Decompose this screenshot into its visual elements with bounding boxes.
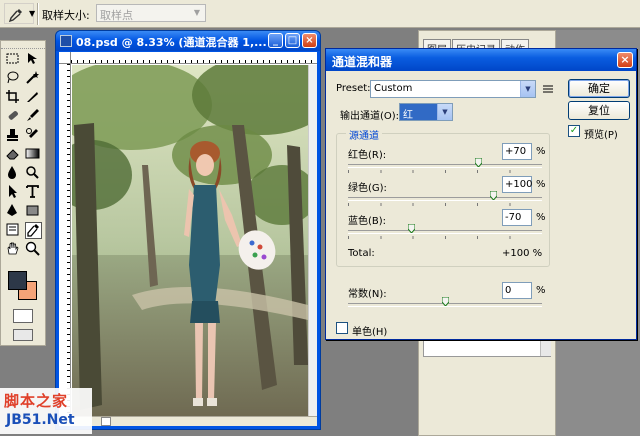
document-canvas-area xyxy=(59,52,317,426)
gradient-tool-icon[interactable] xyxy=(25,146,42,163)
eyedropper-tool-icon[interactable] xyxy=(25,222,42,239)
channel-mixer-dialog: 通道混和器 × Preset: Custom ▼ 输出通道(O): 红 ▼ 确定… xyxy=(325,48,637,340)
preview-checkbox[interactable]: ✓ xyxy=(568,125,580,137)
chevron-down-icon: ▼ xyxy=(520,81,535,97)
blue-slider-ticks xyxy=(348,236,542,239)
sample-size-value: 取样点 xyxy=(100,9,133,22)
marquee-tool-icon[interactable] xyxy=(5,51,22,68)
brush-tool-icon[interactable] xyxy=(25,108,42,125)
chevron-down-icon: ▼ xyxy=(193,8,201,17)
eyedropper-tool-preset-button[interactable]: ▼ xyxy=(4,3,36,24)
move-tool-icon[interactable] xyxy=(25,51,42,68)
zoom-tool-icon[interactable] xyxy=(25,241,42,258)
screen-mode-icon[interactable] xyxy=(13,329,33,341)
quick-mask-mode-icon[interactable] xyxy=(13,309,33,323)
watermark-line-1: 脚本之家 xyxy=(4,392,69,410)
toolbox-grip[interactable] xyxy=(1,41,45,49)
pen-tool-icon[interactable] xyxy=(5,203,22,220)
blue-slider-track[interactable] xyxy=(348,230,542,234)
document-status-bar xyxy=(59,416,317,426)
document-title: 08.psd @ 8.33% (通道混合器 1,... xyxy=(76,36,267,49)
ruler-origin[interactable] xyxy=(59,52,71,64)
blue-channel-unit: % xyxy=(536,212,546,223)
maximize-button[interactable]: □ xyxy=(285,33,300,48)
total-label: Total: xyxy=(348,248,375,259)
chevron-down-icon: ▼ xyxy=(437,104,452,120)
document-window: 08.psd @ 8.33% (通道混合器 1,... _ □ × xyxy=(55,30,321,430)
notes-tool-icon[interactable] xyxy=(5,222,22,239)
foreground-color-swatch[interactable] xyxy=(8,271,27,290)
close-button[interactable]: × xyxy=(302,33,317,48)
options-bar: ▼ 取样大小: 取样点 ▼ xyxy=(0,0,640,28)
watermark-line-2: JB51.Net xyxy=(6,412,75,428)
green-slider-track[interactable] xyxy=(348,197,542,201)
chevron-down-icon: ▼ xyxy=(29,9,36,18)
eyedropper-icon xyxy=(8,9,22,23)
minimize-button[interactable]: _ xyxy=(268,33,283,48)
blue-slider-thumb[interactable] xyxy=(407,224,415,233)
output-channel-value: 红 xyxy=(403,110,413,121)
blur-tool-icon[interactable] xyxy=(5,165,22,182)
green-slider-thumb[interactable] xyxy=(490,191,497,200)
eraser-tool-icon[interactable] xyxy=(5,146,22,163)
source-channels-legend: 源通道 xyxy=(346,127,382,142)
constant-unit: % xyxy=(536,285,546,296)
dialog-title: 通道混和器 xyxy=(326,49,636,71)
monochrome-checkbox[interactable] xyxy=(336,322,348,334)
type-tool-icon[interactable] xyxy=(25,184,42,201)
toolbar-separator xyxy=(37,3,39,25)
output-channel-label: 输出通道(O): xyxy=(340,111,400,122)
red-slider-thumb[interactable] xyxy=(475,158,483,167)
horizontal-ruler[interactable] xyxy=(71,52,317,64)
photo-image xyxy=(72,65,308,416)
preset-options-icon[interactable] xyxy=(542,83,554,95)
path-selection-tool-icon[interactable] xyxy=(5,184,22,201)
preset-select[interactable]: Custom ▼ xyxy=(370,80,536,98)
constant-input[interactable]: 0 xyxy=(502,282,532,299)
crop-tool-icon[interactable] xyxy=(5,89,22,106)
dialog-close-button[interactable]: × xyxy=(617,52,633,68)
red-slider-track[interactable] xyxy=(348,164,542,168)
healing-brush-tool-icon[interactable] xyxy=(5,108,22,125)
reset-button[interactable]: 复位 xyxy=(568,101,630,120)
toolbox xyxy=(0,40,46,346)
preset-label: Preset: xyxy=(336,83,371,94)
magic-wand-tool-icon[interactable] xyxy=(25,70,42,87)
vertical-scrollbar[interactable] xyxy=(308,65,317,416)
status-nav-button[interactable] xyxy=(101,417,111,426)
slice-tool-icon[interactable] xyxy=(25,89,42,106)
lasso-tool-icon[interactable] xyxy=(5,70,22,87)
hand-tool-icon[interactable] xyxy=(5,241,22,258)
ok-button[interactable]: 确定 xyxy=(568,79,630,98)
red-channel-input[interactable]: +70 xyxy=(502,143,532,160)
green-channel-input[interactable]: +100 xyxy=(502,176,532,193)
constant-label: 常数(N): xyxy=(348,289,387,300)
monochrome-label: 单色(H) xyxy=(352,327,388,338)
preview-label: 预览(P) xyxy=(584,130,618,141)
red-channel-label: 红色(R): xyxy=(348,150,387,161)
vertical-ruler[interactable] xyxy=(59,64,71,416)
blue-channel-input[interactable]: -70 xyxy=(502,209,532,226)
site-watermark: 脚本之家 JB51.Net xyxy=(0,388,92,434)
green-channel-unit: % xyxy=(536,179,546,190)
shape-tool-icon[interactable] xyxy=(25,203,42,220)
clone-stamp-tool-icon[interactable] xyxy=(5,127,22,144)
output-channel-select[interactable]: 红 ▼ xyxy=(399,103,453,121)
photo-canvas[interactable] xyxy=(72,65,308,416)
green-channel-label: 绿色(G): xyxy=(348,183,387,194)
dodge-tool-icon[interactable] xyxy=(25,165,42,182)
history-brush-tool-icon[interactable] xyxy=(25,127,42,144)
green-slider-ticks xyxy=(348,203,542,206)
red-slider-ticks xyxy=(348,170,542,173)
photoshop-document-icon xyxy=(60,35,72,47)
constant-slider-thumb[interactable] xyxy=(441,297,449,306)
preset-value: Custom xyxy=(374,83,413,94)
sample-size-label: 取样大小: xyxy=(42,9,90,22)
total-value: +100 % xyxy=(502,248,543,259)
sample-size-select[interactable]: 取样点 ▼ xyxy=(96,4,206,22)
red-channel-unit: % xyxy=(536,146,546,157)
blue-channel-label: 蓝色(B): xyxy=(348,216,387,227)
